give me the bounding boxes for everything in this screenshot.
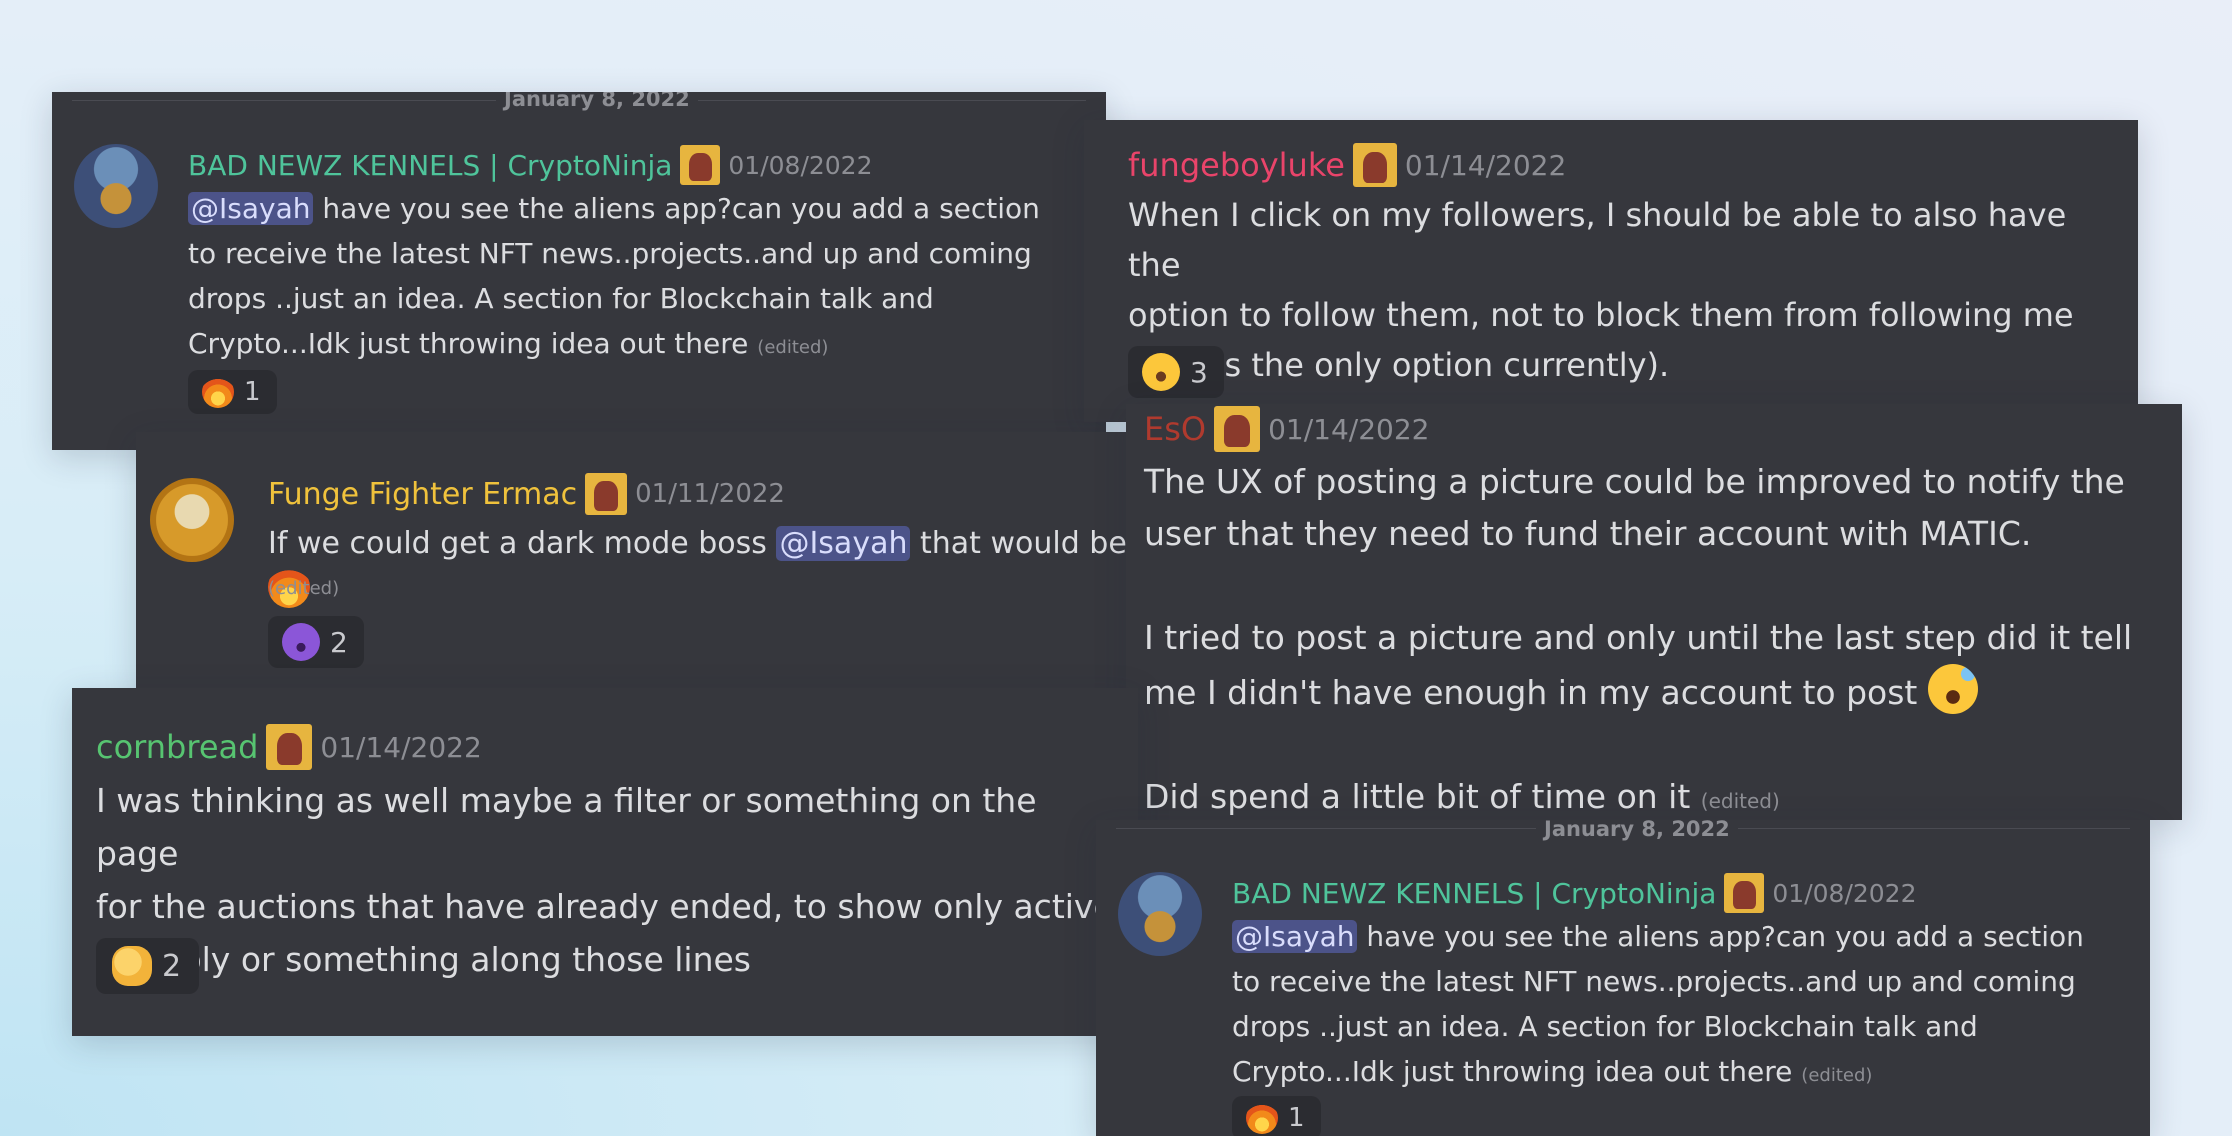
message-text: When I click on my followers, I should b… [1128,196,2074,384]
timestamp: 01/14/2022 [1268,412,1430,446]
reaction-button[interactable]: 3 [1128,346,1224,398]
fire-emoji-icon [1246,1102,1278,1134]
clapping-hands-emoji-icon [112,946,152,986]
timestamp: 01/14/2022 [320,730,482,764]
message-text: @Isayah have you see the aliens app?can … [188,192,1040,360]
fire-emoji-icon [202,376,234,408]
user-mention[interactable]: @Isayah [1232,920,1358,953]
username[interactable]: EsO [1144,410,1206,448]
reaction-button[interactable]: 1 [1232,1096,1321,1136]
username[interactable]: cornbread [96,728,258,766]
reaction-count: 1 [1288,1103,1305,1133]
edited-label: (edited) [268,578,340,599]
message-card-cryptoninja-top: January 8, 2022 BAD NEWZ KENNELS | Crypt… [52,92,1106,450]
reaction-button[interactable]: 1 [188,370,277,414]
role-badge-icon [1214,406,1261,452]
username[interactable]: BAD NEWZ KENNELS | CryptoNinja [188,149,672,182]
avatar[interactable] [1118,872,1202,956]
reaction-count: 3 [1190,355,1208,389]
sweat-smile-emoji-icon [1927,664,1978,714]
message-text: The UX of posting a picture could be imp… [1144,462,2133,816]
user-mention[interactable]: @Isayah [776,526,911,561]
date-divider-label: January 8, 2022 [496,92,698,112]
edited-label: (edited) [757,337,829,358]
smiling-devil-emoji-icon [282,623,320,661]
username[interactable]: BAD NEWZ KENNELS | CryptoNinja [1232,877,1716,910]
message-card-cryptoninja-bottom: January 8, 2022 BAD NEWZ KENNELS | Crypt… [1096,820,2150,1136]
timestamp: 01/08/2022 [728,150,873,180]
role-badge-icon [1352,143,1397,187]
reaction-count: 2 [162,948,182,984]
username[interactable]: fungeboyluke [1128,146,1345,184]
message-card-eso: EsO 01/14/2022 The UX of posting a pictu… [1126,404,2182,820]
date-divider-label: January 8, 2022 [1536,820,1738,842]
message-card-fungeboyluke: fungeboyluke 01/14/2022 When I click on … [1084,120,2138,422]
laughing-emoji-icon [1142,353,1180,391]
reaction-button[interactable]: 2 [96,938,200,994]
timestamp: 01/11/2022 [635,479,785,509]
edited-label: (edited) [1700,789,1780,813]
role-badge-icon [680,145,721,185]
role-badge-icon [585,473,628,515]
reaction-button[interactable]: 2 [268,616,364,668]
message-text: If we could get a dark mode boss @Isayah… [268,522,1138,613]
message-text: I was thinking as well maybe a filter or… [96,781,1114,979]
message-text: @Isayah have you see the aliens app?can … [1232,920,2084,1088]
reaction-count: 1 [244,377,261,407]
user-mention[interactable]: @Isayah [188,192,314,225]
timestamp: 01/14/2022 [1404,148,1567,182]
avatar[interactable] [74,144,158,228]
message-card-cornbread: cornbread 01/14/2022 I was thinking as w… [72,688,1138,1036]
edited-label: (edited) [1801,1065,1873,1086]
username[interactable]: Funge Fighter Ermac [268,477,577,512]
message-card-funge-fighter-ermac: Funge Fighter Ermac 01/11/2022 If we cou… [136,432,1146,690]
avatar[interactable] [150,478,234,562]
timestamp: 01/08/2022 [1772,878,1917,908]
reaction-count: 2 [330,625,348,659]
role-badge-icon [1724,873,1765,913]
role-badge-icon [266,724,313,770]
